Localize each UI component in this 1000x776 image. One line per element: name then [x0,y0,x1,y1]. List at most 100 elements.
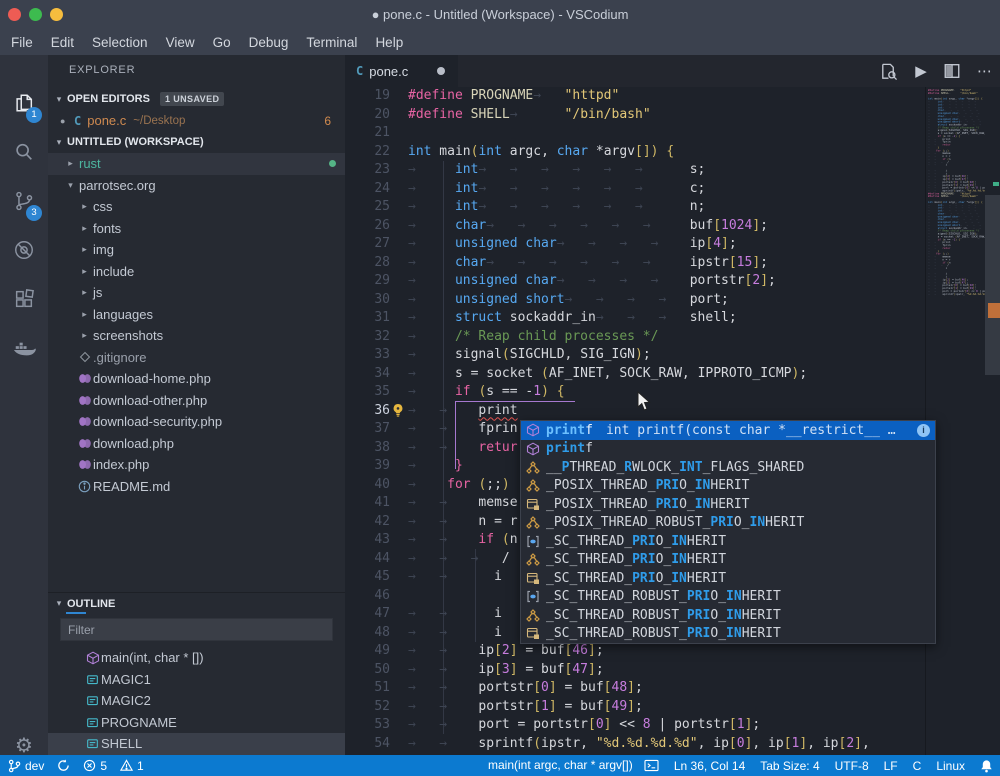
outline-item-main-int-char-[interactable]: main(int, char * []) [48,647,345,669]
suggest-item[interactable]: _SC_THREAD_PRIO_INHERIT [521,551,935,570]
outline-header[interactable]: ▾ OUTLINE [48,592,345,614]
tree-item-rust[interactable]: ▸ rust [48,153,345,175]
activity-extensions[interactable] [0,275,48,323]
c-file-icon: C [356,64,364,78]
more-actions-icon[interactable]: ⋯ [975,62,995,81]
activity-source-control[interactable]: 3 [0,177,48,225]
status-linux[interactable]: Linux [936,755,965,776]
sync-icon [57,759,70,772]
suggest-label: _POSIX_THREAD_ROBUST_PRIO_INHERIT [546,515,805,531]
outline-item-magic1[interactable]: MAGIC1 [48,669,345,691]
status-label: LF [883,758,898,773]
info-icon [76,480,93,493]
status-label: C [912,758,922,773]
status-warning[interactable]: 1 [120,755,144,776]
scrollbar[interactable] [985,87,1000,755]
status-tab-size-4[interactable]: Tab Size: 4 [760,755,819,776]
split-editor-icon[interactable] [943,62,963,80]
php-icon [76,438,93,449]
line-number: 27 [374,236,390,251]
suggest-item[interactable]: _SC_THREAD_ROBUST_PRIO_INHERIT [521,625,935,644]
tree-item-fonts[interactable]: ▸ fonts [48,218,345,240]
line-number: 45 [374,569,390,584]
tree-item-css[interactable]: ▸ css [48,196,345,218]
tree-item-js[interactable]: ▸ js [48,282,345,304]
tree-item-download-home-php[interactable]: download-home.php [48,368,345,390]
activity-debug[interactable] [0,226,48,274]
open-changes-icon[interactable] [879,62,899,81]
outline-item-progname[interactable]: PROGNAME [48,712,345,734]
status-error[interactable]: 5 [83,755,107,776]
status-symbol-item[interactable]: main(int argc, char * argv[]) [488,755,633,776]
suggest-item[interactable]: _SC_THREAD_PRIO_INHERIT [521,569,935,588]
window-title: ● pone.c - Untitled (Workspace) - VSCodi… [371,7,629,22]
activity-search[interactable] [0,128,48,176]
unsaved-dot-icon[interactable] [437,67,445,75]
tree-item-readme-md[interactable]: README.md [48,476,345,498]
editor-group: C pone.c ▶ ⋯ 19 20 21 22 23 24 25 26 27 28 29 30 31 32… [345,55,1000,755]
tree-item-parrotsec-org[interactable]: ▾ parrotsec.org [48,175,345,197]
line-number: 33 [374,347,390,362]
suggest-item[interactable]: _SC_THREAD_PRIO_INHERIT [521,532,935,551]
suggest-item[interactable]: __PTHREAD_RWLOCK_INT_FLAGS_SHARED [521,458,935,477]
problems-count: 6 [324,113,331,128]
tree-item--gitignore[interactable]: .gitignore [48,347,345,369]
struct-icon [526,516,546,530]
line-number: 53 [374,717,390,732]
tree-item-include[interactable]: ▸ include [48,261,345,283]
suggest-item[interactable]: printf int printf(const char *__restrict_… [521,421,935,440]
workspace-header[interactable]: ▾ UNTITLED (WORKSPACE) [48,131,345,153]
tree-item-download-other-php[interactable]: download-other.php [48,390,345,412]
status-c[interactable]: C [913,755,922,776]
status-lf[interactable]: LF [884,755,898,776]
suggest-item[interactable]: _POSIX_THREAD_ROBUST_PRIO_INHERIT [521,514,935,533]
status-terminal[interactable] [644,755,659,776]
menu-help[interactable]: Help [366,30,412,55]
suggest-detail: int printf(const char *__restrict__ … [605,422,896,438]
menu-edit[interactable]: Edit [42,30,83,55]
info-icon[interactable]: i [917,424,930,437]
tree-item-download-php[interactable]: download.php [48,433,345,455]
menu-file[interactable]: File [2,30,42,55]
menu-debug[interactable]: Debug [240,30,298,55]
menu-go[interactable]: Go [204,30,240,55]
run-icon[interactable]: ▶ [911,62,931,81]
menu-view[interactable]: View [157,30,204,55]
tree-item-index-php[interactable]: index.php [48,454,345,476]
line-number: 20 [374,106,390,122]
line-number: 25 [374,199,390,214]
suggest-item[interactable]: _POSIX_THREAD_PRIO_INHERIT [521,477,935,496]
lightbulb-icon[interactable] [391,403,405,418]
line-number: 41 [374,495,390,510]
status-bell[interactable] [980,755,993,776]
activity-explorer[interactable]: 1 [0,79,48,127]
scrollbar-thumb[interactable] [985,195,1000,375]
chevron-down-icon: ▾ [68,179,73,190]
code-area[interactable]: 19 20 21 22 23 24 25 26 27 28 29 30 31 32 33 34 35 36 37 38… [345,87,1000,755]
tree-item-download-security-php[interactable]: download-security.php [48,411,345,433]
snippet-icon [526,498,546,511]
line-number: 23 [374,162,390,177]
status-utf-8[interactable]: UTF-8 [835,755,869,776]
tree-item-img[interactable]: ▸ img [48,239,345,261]
line-number: 44 [374,550,390,566]
outline-filter-input[interactable]: Filter [60,618,333,641]
menu-terminal[interactable]: Terminal [297,30,366,55]
function-icon [526,442,546,456]
status-sync[interactable] [57,755,70,776]
suggest-item[interactable]: _SC_THREAD_ROBUST_PRIO_INHERIT [521,606,935,625]
open-editors-header[interactable]: ▾ OPEN EDITORS 1 UNSAVED [48,88,345,110]
suggest-item[interactable]: _POSIX_THREAD_PRIO_INHERIT [521,495,935,514]
line-number: 28 [374,254,390,270]
tree-item-languages[interactable]: ▸ languages [48,304,345,326]
activity-docker[interactable] [0,324,48,372]
status-ln-36-col-14[interactable]: Ln 36, Col 14 [674,755,745,776]
outline-item-shell[interactable]: SHELL [48,733,345,755]
suggest-item[interactable]: printf [521,440,935,459]
suggest-item[interactable]: _SC_THREAD_ROBUST_PRIO_INHERIT [521,588,935,607]
status-branch[interactable]: dev [8,755,44,776]
open-editor-item[interactable]: ● Cpone.c ~/Desktop 6 [48,110,345,132]
menu-selection[interactable]: Selection [83,30,157,55]
outline-item-magic2[interactable]: MAGIC2 [48,690,345,712]
tree-item-screenshots[interactable]: ▸ screenshots [48,325,345,347]
